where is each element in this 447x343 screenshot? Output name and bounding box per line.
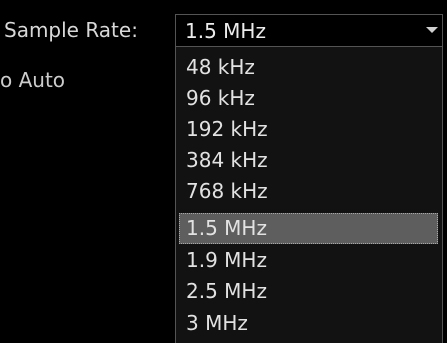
- sample-rate-settings-panel: Sample Rate: o Auto 1.5 MHz 48 kHz 96 kH…: [0, 0, 447, 343]
- sample-rate-option-96khz[interactable]: 96 kHz: [179, 83, 438, 114]
- sample-rate-dropdown-list: 48 kHz 96 kHz 192 kHz 384 kHz 768 kHz 1.…: [175, 47, 443, 343]
- sample-rate-label: Sample Rate:: [4, 18, 138, 42]
- sample-rate-option-3mhz[interactable]: 3 MHz: [179, 308, 438, 339]
- auto-option-label: o Auto: [0, 68, 66, 92]
- sample-rate-option-1-9mhz[interactable]: 1.9 MHz: [179, 245, 438, 276]
- sample-rate-option-1-5mhz[interactable]: 1.5 MHz: [179, 213, 438, 244]
- sample-rate-option-384khz[interactable]: 384 kHz: [179, 145, 438, 176]
- sample-rate-option-48khz[interactable]: 48 kHz: [179, 52, 438, 83]
- chevron-down-icon[interactable]: [426, 27, 438, 33]
- sample-rate-option-768khz[interactable]: 768 kHz: [179, 176, 438, 207]
- sample-rate-selected-value: 1.5 MHz: [185, 19, 266, 43]
- sample-rate-option-2-5mhz[interactable]: 2.5 MHz: [179, 276, 438, 307]
- sample-rate-option-192khz[interactable]: 192 kHz: [179, 114, 438, 145]
- settings-label-column: Sample Rate: o Auto: [0, 0, 175, 343]
- sample-rate-select[interactable]: 1.5 MHz: [175, 14, 443, 47]
